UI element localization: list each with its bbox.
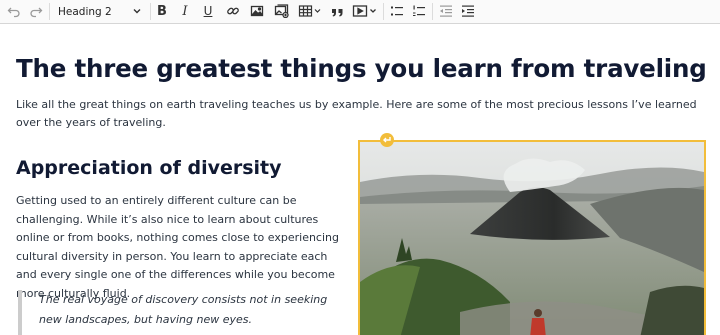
blockquote[interactable]: The real voyage of discovery consists no… — [18, 290, 348, 335]
toolbar-separator — [432, 3, 433, 20]
link-icon[interactable] — [223, 0, 243, 22]
undo-icon[interactable] — [4, 0, 24, 22]
intro-paragraph[interactable]: Like all the great things on earth trave… — [16, 96, 706, 132]
return-arrow-icon — [383, 137, 391, 143]
chevron-down-icon — [132, 6, 142, 19]
toolbar-separator — [383, 3, 384, 20]
outdent-icon[interactable] — [436, 0, 456, 22]
section-paragraph[interactable]: Getting used to an entirely different cu… — [16, 192, 346, 303]
numbered-list-icon[interactable] — [409, 0, 429, 22]
toolbar-separator — [150, 3, 151, 20]
widget-type-around-handle[interactable] — [380, 133, 394, 147]
article-title[interactable]: The three greatest things you learn from… — [16, 54, 707, 83]
image-icon[interactable] — [247, 0, 267, 22]
media-library-icon[interactable] — [271, 0, 291, 22]
volcano-landscape-image — [360, 142, 704, 335]
blockquote-icon[interactable] — [328, 0, 346, 22]
editor-toolbar: Heading 2 B I U — [0, 0, 720, 24]
section-heading[interactable]: Appreciation of diversity — [16, 157, 282, 179]
underline-icon[interactable]: U — [199, 0, 217, 22]
bold-icon[interactable]: B — [153, 0, 171, 22]
heading-dropdown-label: Heading 2 — [58, 5, 112, 18]
quote-text: The real voyage of discovery consists no… — [39, 293, 328, 326]
selected-image-widget[interactable] — [358, 140, 706, 335]
redo-icon[interactable] — [26, 0, 46, 22]
heading-dropdown[interactable]: Heading 2 — [52, 2, 146, 21]
bulleted-list-icon[interactable] — [387, 0, 407, 22]
italic-icon[interactable]: I — [176, 0, 194, 22]
media-embed-icon[interactable] — [350, 0, 380, 22]
table-icon[interactable] — [296, 0, 324, 22]
toolbar-separator — [49, 3, 50, 20]
indent-icon[interactable] — [458, 0, 478, 22]
